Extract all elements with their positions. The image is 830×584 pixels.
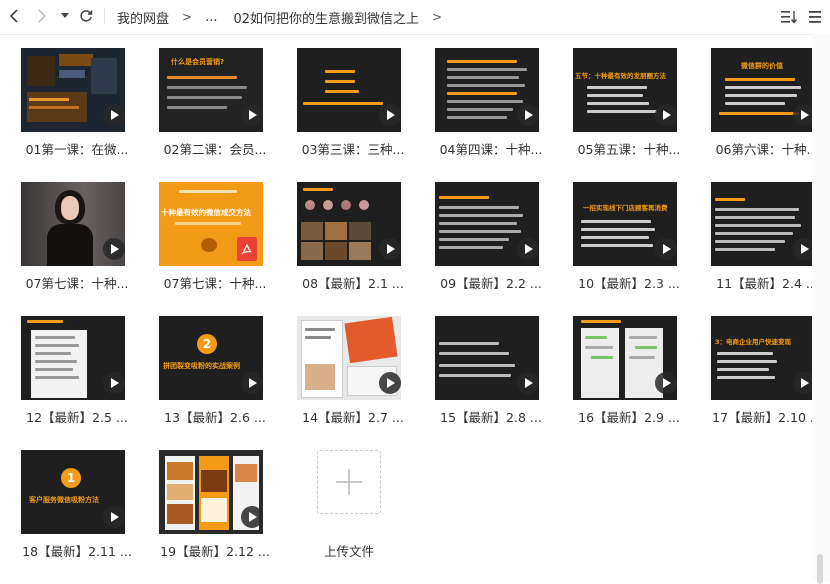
file-name: 19【最新】2.12 ... <box>160 544 270 559</box>
play-icon <box>241 506 263 528</box>
play-icon <box>241 372 263 394</box>
refresh-button[interactable] <box>76 6 96 26</box>
file-tile[interactable]: 09【最新】2.2 ... <box>431 169 561 295</box>
file-name: 07第七课：十种... <box>25 276 129 291</box>
breadcrumb-item-current[interactable]: 02如何把你的生意搬到微信之上 <box>233 8 419 27</box>
sort-icon <box>781 11 797 24</box>
file-name: 09【最新】2.2 ... <box>440 276 542 291</box>
file-tile[interactable]: 04第四课：十种... <box>431 35 561 161</box>
file-tile[interactable]: 12【最新】2.5 ... <box>17 303 147 429</box>
file-tile[interactable]: 一招实现线下门店顾客再消费 10【最新】2.3 ... <box>569 169 699 295</box>
play-icon <box>379 104 401 126</box>
play-icon <box>379 238 401 260</box>
file-name: 01第一课：在微... <box>25 142 129 157</box>
scrollbar-thumb[interactable] <box>817 554 823 584</box>
play-icon <box>655 238 677 260</box>
file-tile[interactable]: 19【最新】2.12 ... <box>155 437 285 563</box>
file-name: 17【最新】2.10 ... <box>712 410 822 425</box>
file-tile[interactable]: 01第一课：在微... <box>17 35 147 161</box>
upload-tile[interactable]: 上传文件 <box>297 437 427 563</box>
toolbar: 我的网盘 > ... 02如何把你的生意搬到微信之上 > <box>0 0 830 34</box>
forward-button[interactable] <box>32 6 52 26</box>
play-icon <box>241 104 263 126</box>
file-tile[interactable]: 08【最新】2.1 ... <box>293 169 423 295</box>
vertical-scrollbar[interactable] <box>812 34 830 584</box>
grid-view-icon <box>809 11 821 23</box>
file-name: 11【最新】2.4 ... <box>716 276 818 291</box>
file-tile[interactable]: 2 拼团裂变吸粉的实战案例 13【最新】2.6 ... <box>155 303 285 429</box>
upload-button[interactable] <box>317 450 381 514</box>
play-icon <box>379 372 401 394</box>
file-tile[interactable]: 03第三课：三种... <box>293 35 423 161</box>
history-dropdown-button[interactable] <box>58 6 72 26</box>
file-name: 08【最新】2.1 ... <box>302 276 404 291</box>
play-icon <box>103 506 125 528</box>
chevron-left-icon <box>9 9 18 23</box>
file-tile[interactable]: 15【最新】2.8 ... <box>431 303 561 429</box>
chevron-right-icon <box>38 9 47 23</box>
breadcrumb-item-ellipsis[interactable]: ... <box>205 10 217 25</box>
pdf-icon <box>237 237 257 261</box>
play-icon <box>517 104 539 126</box>
play-icon <box>517 238 539 260</box>
breadcrumb-separator: > <box>432 10 443 24</box>
back-button[interactable] <box>4 6 24 26</box>
file-tile[interactable]: 14【最新】2.7 ... <box>293 303 423 429</box>
file-tile[interactable]: 五节：十种最有效的发朋圈方法 05第五课：十种... <box>569 35 699 161</box>
play-icon <box>517 372 539 394</box>
upload-label: 上传文件 <box>323 544 374 559</box>
breadcrumb-item-root[interactable]: 我的网盘 <box>117 8 169 27</box>
file-name: 16【最新】2.9 ... <box>578 410 680 425</box>
breadcrumb: 我的网盘 > ... 02如何把你的生意搬到微信之上 > <box>117 0 455 34</box>
caret-down-icon <box>61 13 69 18</box>
file-name: 10【最新】2.3 ... <box>578 276 680 291</box>
file-name: 07第七课：十种... <box>163 276 267 291</box>
play-icon <box>103 372 125 394</box>
sort-button[interactable] <box>780 8 798 26</box>
breadcrumb-separator: > <box>182 10 193 24</box>
file-name: 04第四课：十种... <box>439 142 543 157</box>
view-toggle-button[interactable] <box>806 8 824 26</box>
file-name: 15【最新】2.8 ... <box>440 410 542 425</box>
plus-icon <box>336 469 362 495</box>
file-tile[interactable]: 16【最新】2.9 ... <box>569 303 699 429</box>
play-icon <box>103 104 125 126</box>
file-name: 05第五课：十种... <box>577 142 681 157</box>
file-tile[interactable]: 1 客户服务微信吸粉方法 18【最新】2.11 ... <box>17 437 147 563</box>
play-icon <box>655 104 677 126</box>
file-name: 14【最新】2.7 ... <box>302 410 404 425</box>
file-name: 18【最新】2.11 ... <box>22 544 132 559</box>
file-name: 06第六课：十种... <box>715 142 819 157</box>
file-name: 02第二课：会员... <box>163 142 267 157</box>
refresh-icon <box>80 10 93 22</box>
play-icon <box>655 372 677 394</box>
file-grid: 01第一课：在微... 什么是会员营销? 02第二课：会员... 03第三课：三… <box>0 35 822 582</box>
file-name: 12【最新】2.5 ... <box>26 410 128 425</box>
play-icon <box>103 238 125 260</box>
file-name: 13【最新】2.6 ... <box>164 410 266 425</box>
toolbar-separator <box>104 8 105 24</box>
file-tile[interactable]: 07第七课：十种... <box>17 169 147 295</box>
file-tile[interactable]: 什么是会员营销? 02第二课：会员... <box>155 35 285 161</box>
file-tile[interactable]: 十种最有效的微信成交方法 07第七课：十种... <box>155 169 285 295</box>
file-name: 03第三课：三种... <box>301 142 405 157</box>
